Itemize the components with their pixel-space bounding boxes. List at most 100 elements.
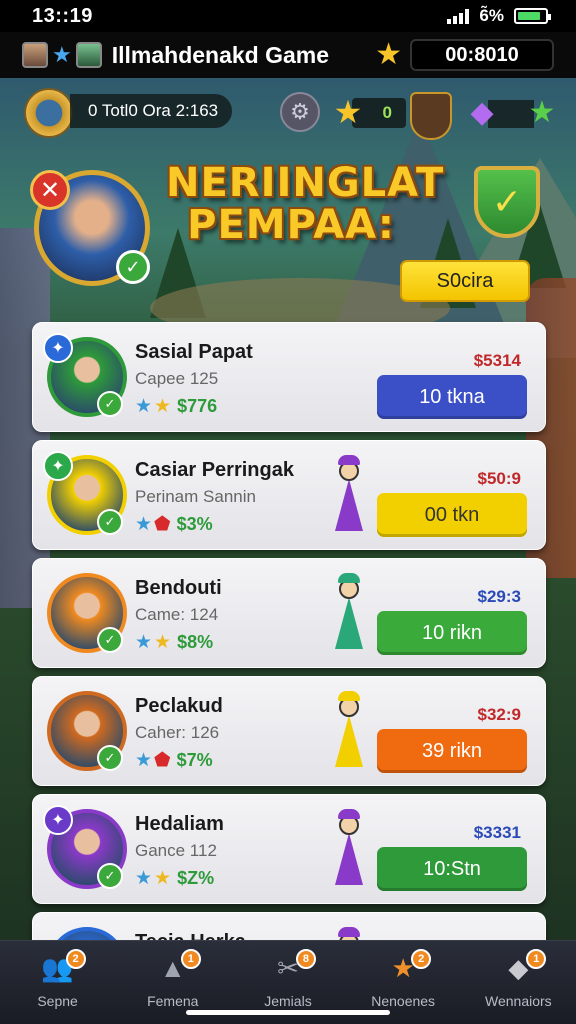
gem-icon[interactable]: ◆: [462, 92, 502, 132]
nav-item-wennaiors[interactable]: ◆ 1 Wennaiors: [468, 949, 568, 1024]
close-icon[interactable]: ✕: [30, 170, 70, 210]
player-name: Tecia Herka: [135, 931, 246, 940]
star-icon: ⬟: [154, 750, 171, 771]
player-price: $5314: [473, 351, 521, 370]
shield-check-icon: ✓: [474, 166, 540, 238]
title-bar: ★ Illmahdenakd Game ★ 00:8010: [0, 32, 576, 78]
player-price: $50:9: [477, 469, 521, 488]
pawn-icon: [335, 691, 363, 773]
action-button[interactable]: 10 rikn: [377, 611, 527, 655]
signal-icon: [447, 8, 470, 24]
player-sub: Gance 112: [135, 841, 217, 860]
battery-icon: [514, 8, 551, 24]
notification-badge: 1: [526, 949, 547, 969]
player-name: Sasial Papat: [135, 341, 253, 363]
player-price: $29:3: [477, 587, 521, 606]
player-name: Hedaliam: [135, 813, 224, 835]
nav-label: Wennaiors: [485, 993, 552, 1009]
home-indicator[interactable]: [186, 1010, 390, 1015]
game-scene: 0 Totl0 Ora 2:163 ⚙ 0 ★ ◆ ★ ✕ ✓ NERIINGL…: [0, 78, 576, 940]
green-star-icon[interactable]: ★: [522, 92, 562, 132]
status-icons: 6̃%: [447, 6, 551, 26]
battery-text: 6̃%: [479, 6, 504, 25]
notification-badge: 2: [65, 949, 86, 969]
player-percent: $Z%: [177, 868, 215, 888]
nav-label: Nenoenes: [371, 993, 436, 1009]
leaderboard-card[interactable]: ✦ ✓ Hedaliam Gance 112 ★ ★ $Z% $3331 10:Stn: [32, 794, 546, 904]
star-icon: ★: [154, 396, 172, 417]
coin-icon[interactable]: [24, 88, 74, 138]
nav-item-sepne[interactable]: 👥 2 Sepne: [8, 949, 108, 1024]
star-icon: ★: [135, 396, 153, 417]
nav-label: Sepne: [37, 993, 78, 1009]
notification-badge: 8: [295, 949, 316, 969]
check-icon: ✓: [97, 745, 123, 771]
leaderboard-card[interactable]: ✦ ✓ Casiar Perringak Perinam Sannin ★ ⬟ $3%…: [32, 440, 546, 550]
rank-badge-icon: ✦: [43, 333, 73, 363]
check-icon: ✓: [97, 863, 123, 889]
check-icon: ✓: [97, 391, 123, 417]
leaderboard-card[interactable]: Tecia Herka $2834: [32, 912, 546, 940]
player-percent: $7%: [176, 750, 213, 770]
player-name: Bendouti: [135, 577, 222, 599]
friend-avatar[interactable]: [75, 42, 102, 68]
player-avatar[interactable]: [47, 927, 127, 940]
shield-avatar-icon[interactable]: [410, 92, 452, 140]
star-icon: ★: [135, 632, 153, 653]
check-icon: ✓: [97, 627, 123, 653]
player-sub: Capee 125: [135, 369, 219, 388]
player-percent: $8%: [177, 632, 214, 652]
star-icon: ★: [154, 632, 172, 653]
player-name: Casiar Perringak: [135, 459, 294, 481]
player-name: Peclakud: [135, 695, 223, 717]
action-button[interactable]: 39 rikn: [377, 729, 527, 773]
rank-badge-icon: ✦: [43, 451, 73, 481]
event-banner: NERIINGLAT PEMPAA:: [166, 162, 443, 248]
player-rating: ★ ★ $776: [135, 395, 217, 418]
pawn-icon: [335, 573, 363, 655]
star-icon: ★: [135, 750, 153, 771]
player-rating: ★ ⬟ $3%: [135, 513, 213, 536]
notification-badge: 2: [411, 949, 432, 969]
pawn-icon: [335, 927, 363, 940]
leaderboard-card[interactable]: ✓ Peclakud Caher: 126 ★ ⬟ $7% $32:9 39 rikn: [32, 676, 546, 786]
star-icon: ★: [135, 514, 153, 535]
rank-badge-icon: ✦: [43, 805, 73, 835]
nav-label: Jemials: [264, 993, 312, 1009]
star-icon: ★: [154, 868, 172, 889]
star-icon[interactable]: ★: [328, 92, 368, 132]
player-percent: $776: [177, 396, 218, 416]
player-sub: Perinam Sannin: [135, 487, 256, 506]
player-avatar[interactable]: [22, 42, 48, 68]
player-percent: $3%: [176, 514, 213, 534]
leaderboard-card[interactable]: ✓ Bendouti Came: 124 ★ ★ $8% $29:3 10 rikn: [32, 558, 546, 668]
player-price: $32:9: [477, 705, 521, 724]
check-icon: ✓: [116, 250, 150, 284]
scene-action-button[interactable]: S0cira: [400, 260, 530, 302]
status-bar: 13::19 6̃%: [0, 0, 576, 32]
action-button[interactable]: 10 tkna: [377, 375, 527, 419]
gear-icon[interactable]: ⚙: [280, 92, 320, 132]
status-time: 13::19: [32, 4, 93, 27]
battery-fill: [518, 12, 541, 20]
player-rating: ★ ★ $8%: [135, 631, 213, 654]
star-icon: ⬟: [154, 514, 171, 535]
player-sub: Caher: 126: [135, 723, 220, 742]
notification-badge: 1: [180, 949, 201, 969]
action-button[interactable]: 00 tkn: [377, 493, 527, 537]
player-price: $3331: [473, 823, 521, 842]
check-icon: ✓: [97, 509, 123, 535]
banner-line-2: PEMPAA:: [187, 202, 395, 248]
action-button[interactable]: 10:Stn: [377, 847, 527, 891]
score-display: 0 Totl0 Ora 2:163: [70, 94, 233, 128]
timer-display: 00:8010: [410, 39, 554, 71]
pawn-icon: [335, 455, 363, 537]
leaderboard-card[interactable]: ✦ ✓ Sasial Papat Capee 125 ★ ★ $776 $5314 10…: [32, 322, 546, 432]
blue-star-icon: ★: [52, 42, 72, 67]
player-rating: ★ ★ $Z%: [135, 867, 214, 890]
pawn-icon: [335, 809, 363, 891]
star-icon[interactable]: ★: [375, 40, 402, 70]
star-icon: ★: [135, 868, 153, 889]
player-rating: ★ ⬟ $7%: [135, 749, 213, 772]
nav-label: Femena: [147, 993, 199, 1009]
